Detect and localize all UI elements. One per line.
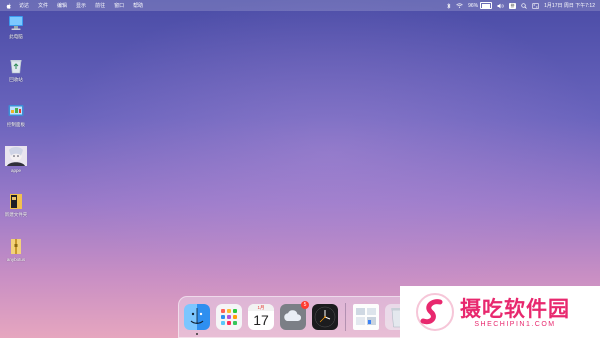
calendar-icon[interactable]: 1月 17 bbox=[248, 304, 274, 330]
bluetooth-icon[interactable] bbox=[447, 2, 451, 9]
control-panel-icon bbox=[7, 102, 25, 120]
menu-finder[interactable]: 访达 bbox=[19, 2, 29, 9]
weather-icon[interactable]: 5 bbox=[280, 301, 309, 330]
menu-file[interactable]: 文件 bbox=[38, 2, 48, 9]
clock-icon[interactable] bbox=[312, 304, 338, 330]
battery-status[interactable]: 96% bbox=[468, 2, 493, 9]
calendar-month: 1月 bbox=[248, 304, 274, 311]
desktop-icon-archive[interactable]: anybotus bbox=[2, 237, 30, 262]
weather-badge: 5 bbox=[301, 301, 309, 309]
battery-icon bbox=[480, 2, 493, 9]
launchpad-icon[interactable] bbox=[216, 304, 242, 330]
calendar-day: 17 bbox=[253, 312, 269, 328]
battery-percent: 96% bbox=[468, 2, 479, 9]
downloads-stack-icon[interactable] bbox=[353, 304, 379, 330]
apple-icon[interactable] bbox=[6, 3, 12, 9]
desktop-icon-recycle-bin[interactable]: 回收站 bbox=[2, 57, 30, 83]
watermark-logo-icon bbox=[416, 293, 454, 331]
menu-bar: 访达 文件 编辑 显示 前往 窗口 帮助 96% 拼 1月17日 周日 下午7:… bbox=[0, 0, 600, 11]
volume-icon[interactable] bbox=[497, 3, 504, 9]
menu-clock[interactable]: 1月17日 周日 下午7:12 bbox=[544, 2, 595, 9]
menu-go[interactable]: 前往 bbox=[95, 2, 105, 9]
desktop-icon-computer[interactable]: 此电脑 bbox=[2, 14, 30, 40]
desktop-icon-label: 此电脑 bbox=[9, 34, 23, 39]
folder-icon bbox=[7, 192, 25, 210]
menu-window[interactable]: 窗口 bbox=[114, 2, 124, 9]
desktop-icon-label: 回收站 bbox=[9, 77, 23, 82]
menu-edit[interactable]: 编辑 bbox=[57, 2, 67, 9]
folder-zip-icon bbox=[7, 237, 25, 255]
desktop-icon-image[interactable]: appe bbox=[2, 146, 30, 173]
menu-view[interactable]: 显示 bbox=[76, 2, 86, 9]
computer-icon bbox=[7, 14, 25, 32]
desktop-icon-control-panel[interactable]: 控制面板 bbox=[2, 102, 30, 128]
watermark-title: 摄吃软件园 bbox=[460, 296, 570, 321]
desktop-icon-label: anybotus bbox=[6, 257, 26, 262]
desktop-icon-label: appe bbox=[10, 168, 21, 173]
watermark: 摄吃软件园 SHECHIPIN1.COM bbox=[400, 286, 600, 338]
search-icon[interactable] bbox=[521, 2, 527, 9]
desktop-icon-label: 控制面板 bbox=[7, 122, 25, 127]
dock-separator bbox=[345, 303, 346, 331]
menu-help[interactable]: 帮助 bbox=[133, 2, 143, 9]
recycle-bin-icon bbox=[7, 57, 25, 75]
running-indicator bbox=[196, 333, 198, 335]
input-method-icon[interactable]: 拼 bbox=[509, 2, 517, 9]
anime-image-icon bbox=[5, 146, 27, 166]
desktop-icon-folder[interactable]: 新建文件夹 bbox=[2, 192, 30, 218]
finder-icon[interactable] bbox=[184, 304, 210, 330]
control-center-icon[interactable] bbox=[532, 2, 540, 9]
watermark-url: SHECHIPIN1.COM bbox=[474, 320, 556, 328]
wifi-icon[interactable] bbox=[456, 3, 463, 8]
dock: 1月 17 5 bbox=[178, 296, 426, 338]
desktop-icon-label: 新建文件夹 bbox=[4, 212, 28, 217]
